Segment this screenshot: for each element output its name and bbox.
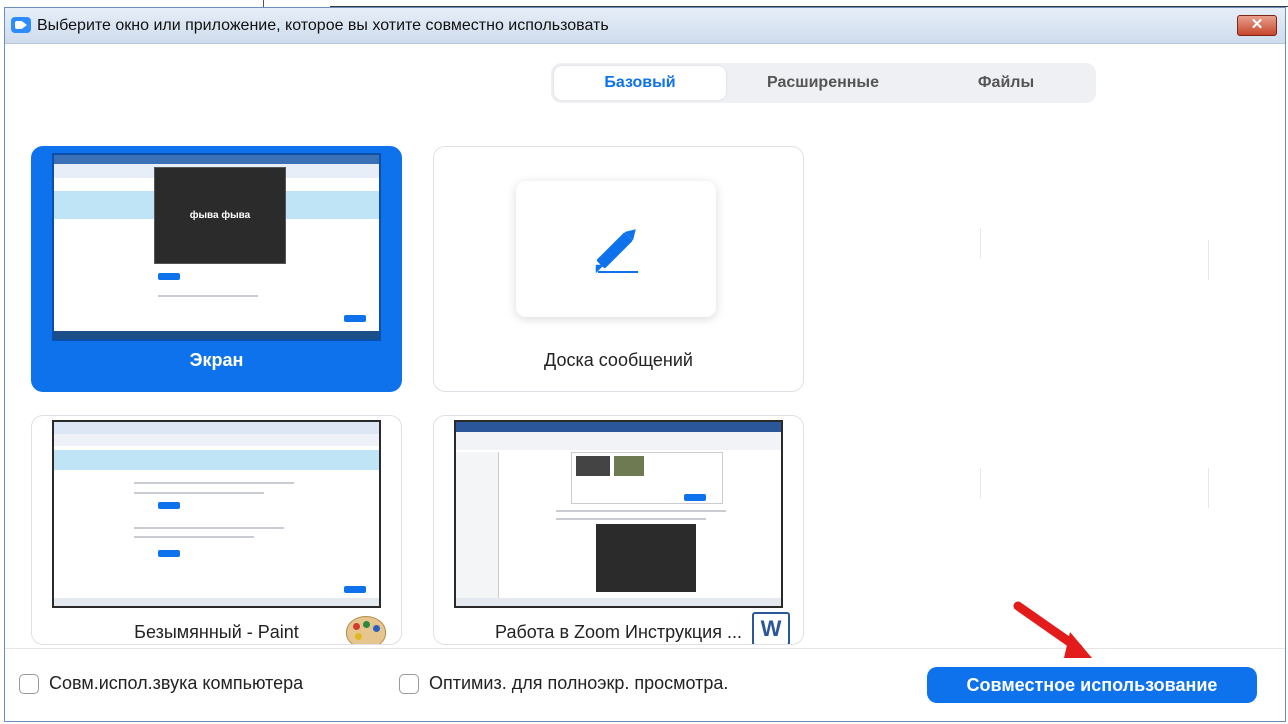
optimize-video-checkbox[interactable] <box>399 673 419 694</box>
share-audio-checkbox[interactable] <box>19 673 39 694</box>
tile-word-label: Работа в Zoom Инструкция ... <box>495 622 742 642</box>
zoom-app-icon <box>11 17 31 33</box>
paint-icon <box>346 616 386 644</box>
share-tabs: Базовый Расширенные Файлы <box>551 63 1096 103</box>
red-arrow-annotation <box>1013 601 1092 658</box>
tile-screen[interactable]: фыва фыва Экран <box>31 146 402 392</box>
window-title: Выберите окно или приложение, которое вы… <box>37 17 609 34</box>
tile-screen-label: Экран <box>189 350 244 370</box>
tile-whiteboard-label: Доска сообщений <box>544 350 693 370</box>
tile-word[interactable]: Работа в Zoom Инструкция ... W <box>433 415 804 645</box>
pencil-icon <box>595 229 638 274</box>
whiteboard-preview <box>516 181 716 317</box>
word-icon: W <box>752 612 790 644</box>
share-audio-label: Совм.испол.звука компьютера <box>49 673 304 693</box>
share-audio-option[interactable]: Совм.испол.звука компьютера <box>19 673 303 694</box>
close-button[interactable]: ✕ <box>1237 15 1277 36</box>
tile-paint[interactable]: Безымянный - Paint <box>31 415 402 645</box>
share-button[interactable]: Совместное использование <box>927 667 1257 703</box>
tab-basic[interactable]: Базовый <box>554 66 726 100</box>
tab-files[interactable]: Файлы <box>920 66 1092 100</box>
top-edge-mark <box>263 0 264 7</box>
paint-thumbnail <box>52 420 381 608</box>
tab-advanced[interactable]: Расширенные <box>737 66 909 100</box>
optimize-video-option[interactable]: Оптимиз. для полноэкр. просмотра. <box>399 673 728 694</box>
ghost-line <box>1208 468 1209 508</box>
ghost-line <box>980 468 981 498</box>
title-bar: Выберите окно или приложение, которое вы… <box>5 8 1285 44</box>
tile-whiteboard[interactable]: Доска сообщений <box>433 146 804 392</box>
ghost-line <box>1208 240 1209 280</box>
screen-thumbnail: фыва фыва <box>52 153 381 341</box>
meeting-window-preview: фыва фыва <box>154 167 286 264</box>
preview-text: фыва фыва <box>189 210 251 221</box>
ghost-line <box>980 228 981 258</box>
word-thumbnail <box>454 420 783 608</box>
optimize-video-label: Оптимиз. для полноэкр. просмотра. <box>429 673 729 693</box>
